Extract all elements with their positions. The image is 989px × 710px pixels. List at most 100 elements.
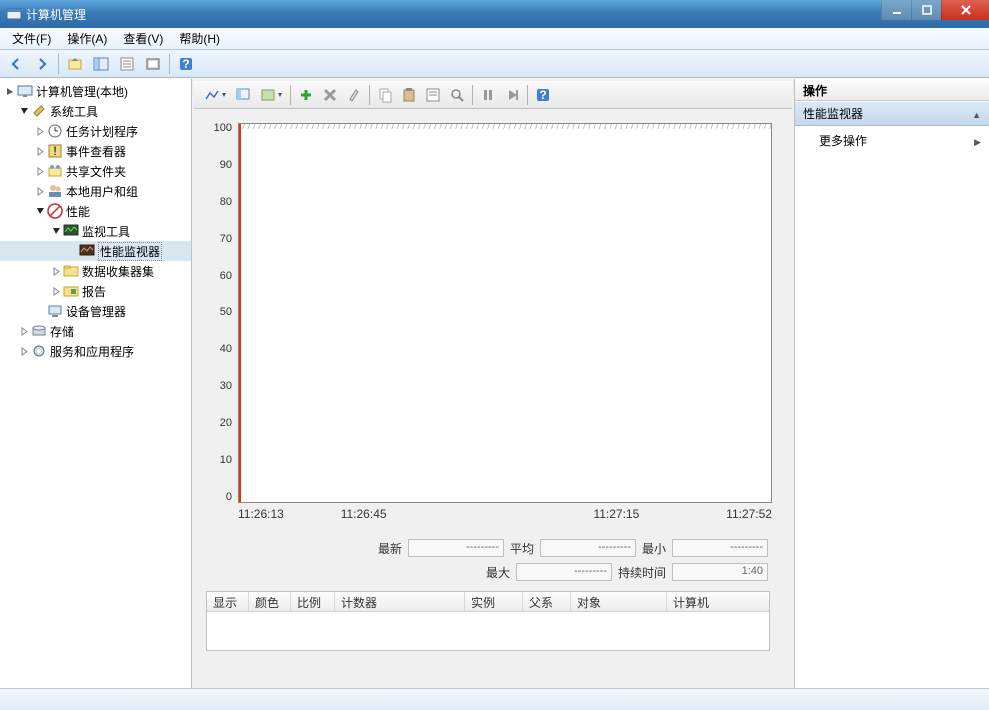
x-axis: 11:26:13 11:26:45 11:27:15 11:27:52 xyxy=(238,507,772,521)
expand-icon[interactable] xyxy=(18,325,30,337)
counter-list[interactable]: 显示 颜色 比例 计数器 实例 父系 对象 计算机 xyxy=(206,591,770,651)
latest-field: --------- xyxy=(408,539,504,557)
svg-text:!: ! xyxy=(53,144,56,158)
col-instance[interactable]: 实例 xyxy=(465,592,523,611)
users-icon xyxy=(47,183,63,199)
maximize-button[interactable] xyxy=(911,0,941,20)
show-hide-tree-button[interactable] xyxy=(89,53,113,75)
up-button[interactable] xyxy=(63,53,87,75)
tree-perfmon[interactable]: 性能监视器 xyxy=(0,241,191,261)
tree-tasksched[interactable]: 任务计划程序 xyxy=(0,121,191,141)
properties-button[interactable] xyxy=(115,53,139,75)
perfmon-toolbar: ? xyxy=(194,81,792,109)
menu-help[interactable]: 帮助(H) xyxy=(171,28,228,49)
event-icon: ! xyxy=(47,143,63,159)
tree-shared[interactable]: 共享文件夹 xyxy=(0,161,191,181)
export-button[interactable] xyxy=(141,53,165,75)
chevron-right-icon xyxy=(974,134,981,148)
toolbar-separator xyxy=(527,85,528,105)
menu-file[interactable]: 文件(F) xyxy=(4,28,59,49)
display-button[interactable] xyxy=(232,84,254,106)
timeline-cursor xyxy=(239,124,241,502)
menu-view[interactable]: 查看(V) xyxy=(115,28,171,49)
titlebar: 计算机管理 xyxy=(0,0,989,28)
folder-icon xyxy=(63,263,79,279)
forward-button[interactable] xyxy=(30,53,54,75)
computer-icon xyxy=(17,83,33,99)
copy-button[interactable] xyxy=(374,84,396,106)
action-section[interactable]: 性能监视器 xyxy=(795,101,989,126)
min-label: 最小 xyxy=(642,540,666,557)
expand-icon[interactable] xyxy=(34,125,46,137)
highlight-button[interactable] xyxy=(343,84,365,106)
expand-icon[interactable] xyxy=(34,185,46,197)
col-computer[interactable]: 计算机 xyxy=(667,592,769,611)
app-icon xyxy=(6,6,22,22)
view-type-button[interactable] xyxy=(200,84,230,106)
perfmon-icon xyxy=(79,243,95,259)
collapse-icon[interactable] xyxy=(18,105,30,117)
action-more[interactable]: 更多操作 xyxy=(795,126,989,155)
y-axis: 100 90 80 70 60 50 40 30 20 10 0 xyxy=(204,123,238,503)
minimize-button[interactable] xyxy=(881,0,911,20)
expand-icon[interactable] xyxy=(18,345,30,357)
expand-icon[interactable] xyxy=(50,285,62,297)
avg-field: --------- xyxy=(540,539,636,557)
device-icon xyxy=(47,303,63,319)
col-show[interactable]: 显示 xyxy=(207,592,249,611)
expand-icon[interactable] xyxy=(34,145,46,157)
tree-systools[interactable]: 系统工具 xyxy=(0,101,191,121)
zoom-button[interactable] xyxy=(446,84,468,106)
paste-button[interactable] xyxy=(398,84,420,106)
help-button[interactable]: ? xyxy=(532,84,554,106)
col-color[interactable]: 颜色 xyxy=(249,592,291,611)
freeze-button[interactable] xyxy=(477,84,499,106)
expand-icon[interactable] xyxy=(34,165,46,177)
menubar: 文件(F) 操作(A) 查看(V) 帮助(H) xyxy=(0,28,989,50)
add-counter-button[interactable] xyxy=(295,84,317,106)
expand-icon[interactable] xyxy=(4,85,16,97)
collapse-icon[interactable] xyxy=(50,225,62,237)
tree-datacollect[interactable]: 数据收集器集 xyxy=(0,261,191,281)
chart-area: 100 90 80 70 60 50 40 30 20 10 0 xyxy=(194,113,792,686)
tree-reports[interactable]: 报告 xyxy=(0,281,191,301)
toolbar-separator xyxy=(290,85,291,105)
tree-localusers[interactable]: 本地用户和组 xyxy=(0,181,191,201)
tree-eventvwr[interactable]: ! 事件查看器 xyxy=(0,141,191,161)
leaf-icon xyxy=(34,305,46,317)
properties-button[interactable] xyxy=(422,84,444,106)
stats-panel: 最新 --------- 平均 --------- 最小 --------- 最… xyxy=(204,539,772,581)
clock-icon xyxy=(47,123,63,139)
col-scale[interactable]: 比例 xyxy=(291,592,335,611)
menu-action[interactable]: 操作(A) xyxy=(59,28,115,49)
perf-icon xyxy=(47,203,63,219)
max-label: 最大 xyxy=(486,564,510,581)
col-parent[interactable]: 父系 xyxy=(523,592,571,611)
tree-pane[interactable]: 计算机管理(本地) 系统工具 任务计划程序 ! 事件查看器 共享文件夹 xyxy=(0,79,192,688)
graph-type-button[interactable] xyxy=(256,84,286,106)
delete-counter-button[interactable] xyxy=(319,84,341,106)
col-object[interactable]: 对象 xyxy=(571,592,667,611)
latest-label: 最新 xyxy=(378,540,402,557)
toolbar-separator xyxy=(169,54,170,74)
action-pane: 操作 性能监视器 更多操作 xyxy=(794,79,989,688)
leaf-icon xyxy=(66,245,78,257)
back-button[interactable] xyxy=(4,53,28,75)
tree-services[interactable]: 服务和应用程序 xyxy=(0,341,191,361)
statusbar xyxy=(0,688,989,710)
close-button[interactable] xyxy=(941,0,989,20)
expand-icon[interactable] xyxy=(50,265,62,277)
tree-storage[interactable]: 存储 xyxy=(0,321,191,341)
col-counter[interactable]: 计数器 xyxy=(335,592,465,611)
help-button[interactable]: ? xyxy=(174,53,198,75)
update-button[interactable] xyxy=(501,84,523,106)
tree-root[interactable]: 计算机管理(本地) xyxy=(0,81,191,101)
max-field: --------- xyxy=(516,563,612,581)
center-pane: ? 100 90 80 70 60 50 40 30 20 10 0 xyxy=(192,79,794,688)
window-title: 计算机管理 xyxy=(26,6,86,23)
chart-plot[interactable] xyxy=(238,123,772,503)
tree-devmgr[interactable]: 设备管理器 xyxy=(0,301,191,321)
collapse-icon[interactable] xyxy=(34,205,46,217)
tree-perf[interactable]: 性能 xyxy=(0,201,191,221)
tree-montools[interactable]: 监视工具 xyxy=(0,221,191,241)
